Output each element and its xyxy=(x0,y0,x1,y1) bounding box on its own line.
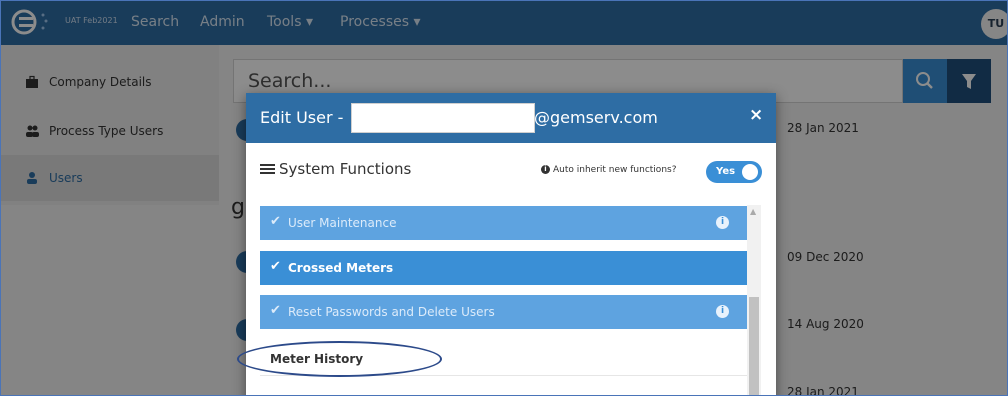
redacted-username xyxy=(351,103,535,133)
list-icon xyxy=(260,164,275,176)
section-title: System Functions xyxy=(279,160,412,178)
highlight-ellipse xyxy=(237,341,442,377)
scroll-up-icon[interactable]: ▲ xyxy=(750,207,756,216)
info-icon: i xyxy=(541,165,550,174)
modal-title-prefix: Edit User - xyxy=(260,108,344,127)
function-label: Reset Passwords and Delete Users xyxy=(288,305,495,319)
function-row-reset-passwords[interactable]: ✔ Reset Passwords and Delete Users i xyxy=(260,295,747,329)
toggle-label: Yes xyxy=(716,166,736,177)
function-label: Crossed Meters xyxy=(288,261,394,275)
modal-title-domain: @gemserv.com xyxy=(534,108,658,127)
app-frame: UAT Feb2021 Search Admin Tools ▾ Process… xyxy=(0,0,1008,396)
check-icon: ✔ xyxy=(270,259,281,274)
info-icon[interactable]: i xyxy=(716,216,729,229)
close-button[interactable]: × xyxy=(749,105,763,125)
scrollbar-thumb[interactable] xyxy=(749,297,759,395)
auto-inherit-label: Auto inherit new functions? xyxy=(553,165,677,175)
function-row[interactable] xyxy=(260,376,747,395)
function-label: User Maintenance xyxy=(288,216,397,230)
info-icon[interactable]: i xyxy=(716,305,729,318)
function-row-crossed-meters[interactable]: ✔ Crossed Meters xyxy=(260,251,747,285)
function-row-user-maintenance[interactable]: ✔ User Maintenance i xyxy=(260,206,747,240)
toggle-knob xyxy=(742,164,758,180)
check-icon: ✔ xyxy=(270,214,281,229)
check-icon: ✔ xyxy=(270,303,281,318)
modal-header: Edit User - @gemserv.com × xyxy=(246,93,776,143)
functions-scrollbar[interactable]: ▲ xyxy=(747,205,761,395)
auto-inherit-toggle[interactable]: Yes xyxy=(706,161,762,183)
